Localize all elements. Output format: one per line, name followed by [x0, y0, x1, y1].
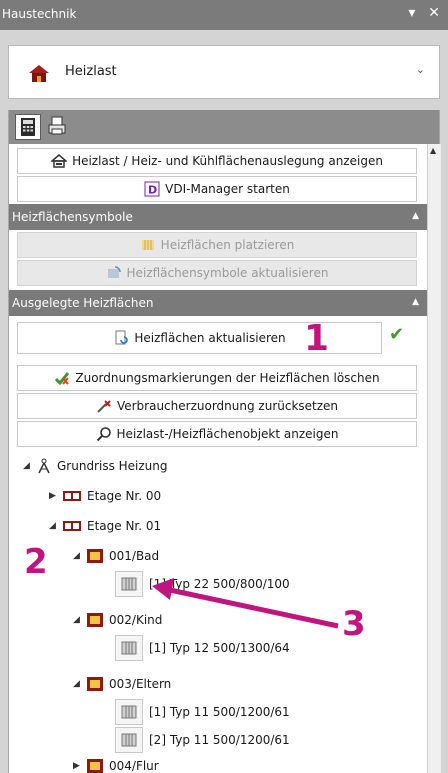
annotation-arrow — [152, 578, 339, 629]
